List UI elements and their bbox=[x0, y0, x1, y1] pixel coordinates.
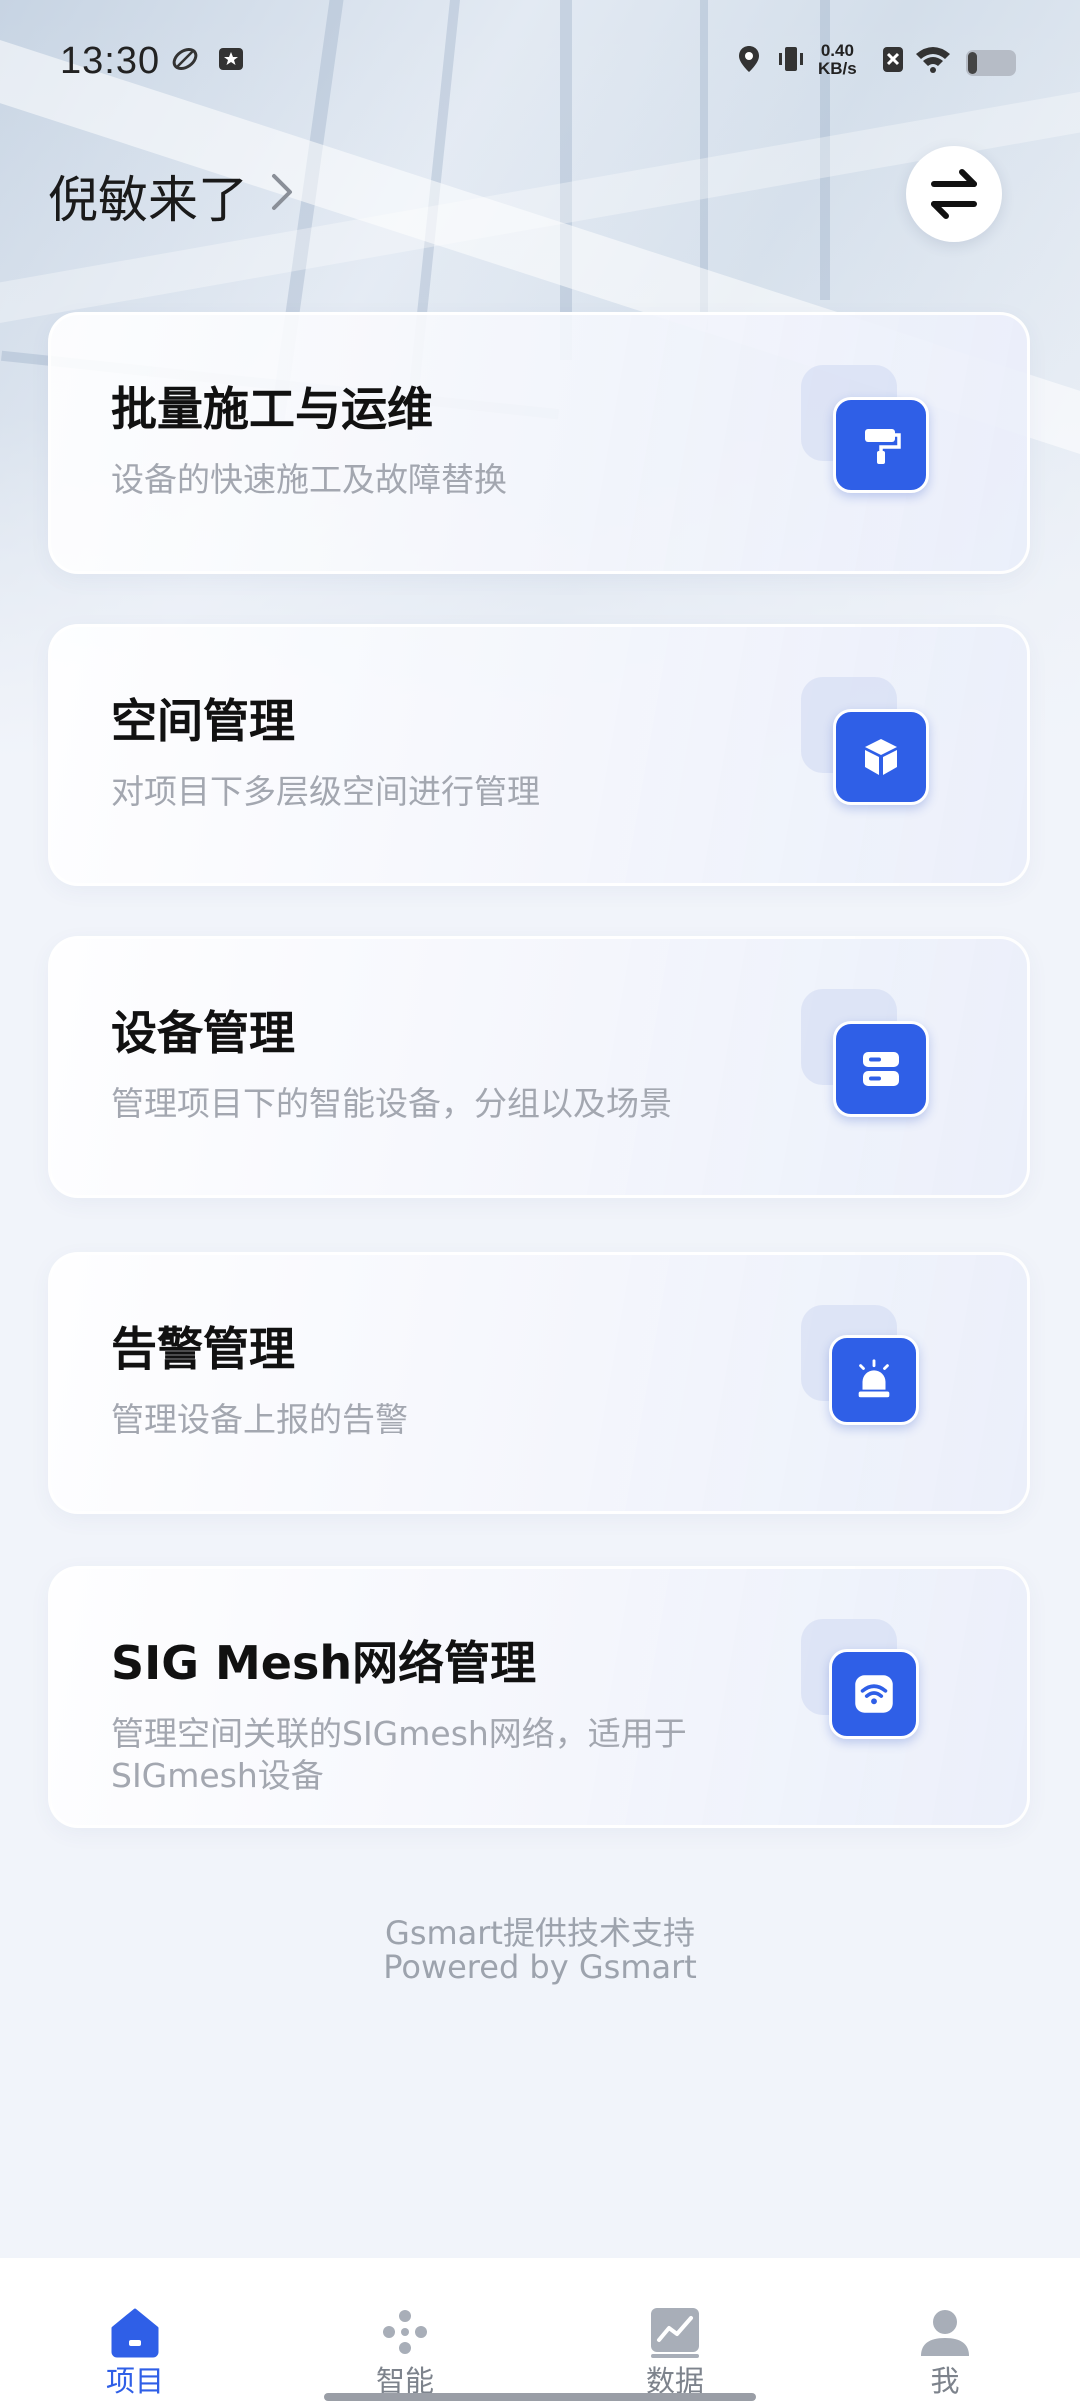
alarm-light-icon bbox=[829, 1335, 919, 1425]
card-sig-mesh-management[interactable]: SIG Mesh网络管理 管理空间关联的SIGmesh网络，适用于SIGmesh… bbox=[48, 1566, 1030, 1828]
notification-status-icon bbox=[219, 48, 243, 70]
project-name[interactable]: 倪敏来了 bbox=[48, 160, 248, 232]
paint-roller-icon bbox=[833, 397, 929, 493]
cube-icon bbox=[833, 709, 929, 805]
nav-item-data[interactable]: 数据 bbox=[540, 2258, 810, 2408]
card-title: SIG Mesh网络管理 bbox=[111, 1636, 537, 1690]
vibrate-icon bbox=[779, 47, 803, 71]
nav-item-smart[interactable]: 智能 bbox=[270, 2258, 540, 2408]
nav-item-project[interactable]: 项目 bbox=[0, 2258, 270, 2408]
home-icon bbox=[111, 2308, 159, 2358]
card-description: 设备的快速施工及故障替换 bbox=[111, 460, 507, 499]
server-icon bbox=[833, 1021, 929, 1117]
switch-project-button[interactable] bbox=[906, 146, 1002, 242]
nav-label: 我 bbox=[930, 2364, 960, 2398]
card-description: 管理项目下的智能设备，分组以及场景 bbox=[111, 1084, 672, 1123]
card-space-management[interactable]: 空间管理 对项目下多层级空间进行管理 bbox=[48, 624, 1030, 886]
card-alarm-management[interactable]: 告警管理 管理设备上报的告警 bbox=[48, 1252, 1030, 1514]
credit-english: Powered by Gsmart bbox=[383, 1948, 697, 1986]
location-icon bbox=[739, 46, 759, 72]
leaf-status-icon bbox=[172, 47, 198, 71]
battery-icon bbox=[966, 50, 1016, 76]
card-description: 管理设备上报的告警 bbox=[111, 1400, 408, 1439]
card-description: 管理空间关联的SIGmesh网络，适用于SIGmesh设备 bbox=[111, 1714, 687, 1795]
nav-label: 项目 bbox=[105, 2364, 164, 2398]
dots-icon bbox=[383, 2310, 427, 2354]
network-speed: 0.40 KB/s bbox=[818, 42, 857, 78]
bottom-navigation: 项目 智能 数据 我 bbox=[0, 2258, 1080, 2408]
network-speed-value: 0.40 bbox=[820, 41, 854, 60]
card-batch-construction[interactable]: 批量施工与运维 设备的快速施工及故障替换 bbox=[48, 312, 1030, 574]
home-indicator[interactable] bbox=[324, 2393, 756, 2401]
chart-icon bbox=[651, 2308, 699, 2358]
card-description: 对项目下多层级空间进行管理 bbox=[111, 772, 540, 811]
nav-item-me[interactable]: 我 bbox=[810, 2258, 1080, 2408]
status-time: 13:30 bbox=[60, 40, 161, 82]
card-title: 设备管理 bbox=[111, 1006, 295, 1060]
wifi-router-icon bbox=[829, 1649, 919, 1739]
wifi-icon bbox=[916, 47, 950, 73]
no-sim-icon bbox=[883, 47, 903, 72]
card-title: 告警管理 bbox=[111, 1322, 295, 1376]
card-title: 批量施工与运维 bbox=[111, 382, 433, 436]
card-title: 空间管理 bbox=[111, 694, 295, 748]
network-speed-unit: KB/s bbox=[818, 59, 857, 78]
card-device-management[interactable]: 设备管理 管理项目下的智能设备，分组以及场景 bbox=[48, 936, 1030, 1198]
swap-arrows-icon bbox=[931, 169, 977, 219]
person-icon bbox=[921, 2310, 969, 2356]
chevron-right-icon[interactable] bbox=[268, 170, 296, 214]
status-bar: 13:30 0.40 KB/s bbox=[0, 0, 1080, 128]
